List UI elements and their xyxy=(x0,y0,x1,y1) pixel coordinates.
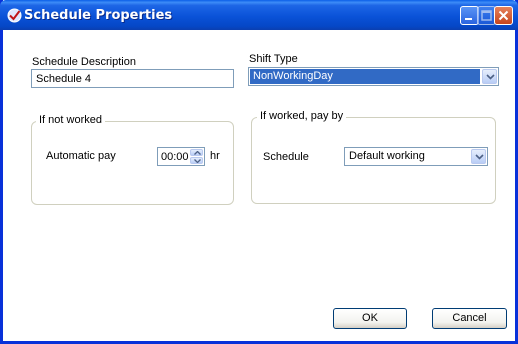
automatic-pay-label: Automatic pay xyxy=(46,150,116,162)
schedule-select[interactable]: Default working xyxy=(344,147,488,166)
close-button[interactable] xyxy=(494,6,513,25)
schedule-label: Schedule xyxy=(263,151,309,163)
automatic-pay-value: 00:00 xyxy=(161,151,189,163)
if-worked-title: If worked, pay by xyxy=(257,110,347,122)
chevron-down-icon xyxy=(194,159,201,163)
ok-button[interactable]: OK xyxy=(333,308,407,329)
schedule-value: Default working xyxy=(349,150,425,162)
chevron-down-icon xyxy=(486,74,495,80)
shift-type-dropdown-button[interactable] xyxy=(482,69,497,84)
spin-up-button[interactable] xyxy=(190,149,203,156)
hours-unit-label: hr xyxy=(210,150,220,162)
maximize-icon xyxy=(481,10,492,21)
spinner-buttons xyxy=(190,149,203,164)
if-not-worked-title: If not worked xyxy=(36,114,105,126)
window-title: Schedule Properties xyxy=(24,8,173,23)
schedule-properties-window: Schedule Properties Schedule Description… xyxy=(0,0,518,344)
checkmark-app-icon xyxy=(7,8,22,23)
automatic-pay-spinner[interactable]: 00:00 xyxy=(157,147,205,166)
shift-type-value: NonWorkingDay xyxy=(250,69,480,84)
shift-type-select[interactable]: NonWorkingDay xyxy=(248,67,499,86)
close-icon xyxy=(498,10,509,21)
shift-type-label: Shift Type xyxy=(249,53,298,65)
title-bar[interactable]: Schedule Properties xyxy=(0,0,518,30)
spin-down-button[interactable] xyxy=(190,157,203,164)
schedule-description-input[interactable] xyxy=(31,69,234,88)
schedule-description-label: Schedule Description xyxy=(32,56,136,68)
chevron-up-icon xyxy=(194,151,201,155)
schedule-dropdown-button[interactable] xyxy=(471,149,486,164)
cancel-button[interactable]: Cancel xyxy=(432,308,507,329)
minimize-icon xyxy=(465,18,472,20)
chevron-down-icon xyxy=(475,154,484,160)
